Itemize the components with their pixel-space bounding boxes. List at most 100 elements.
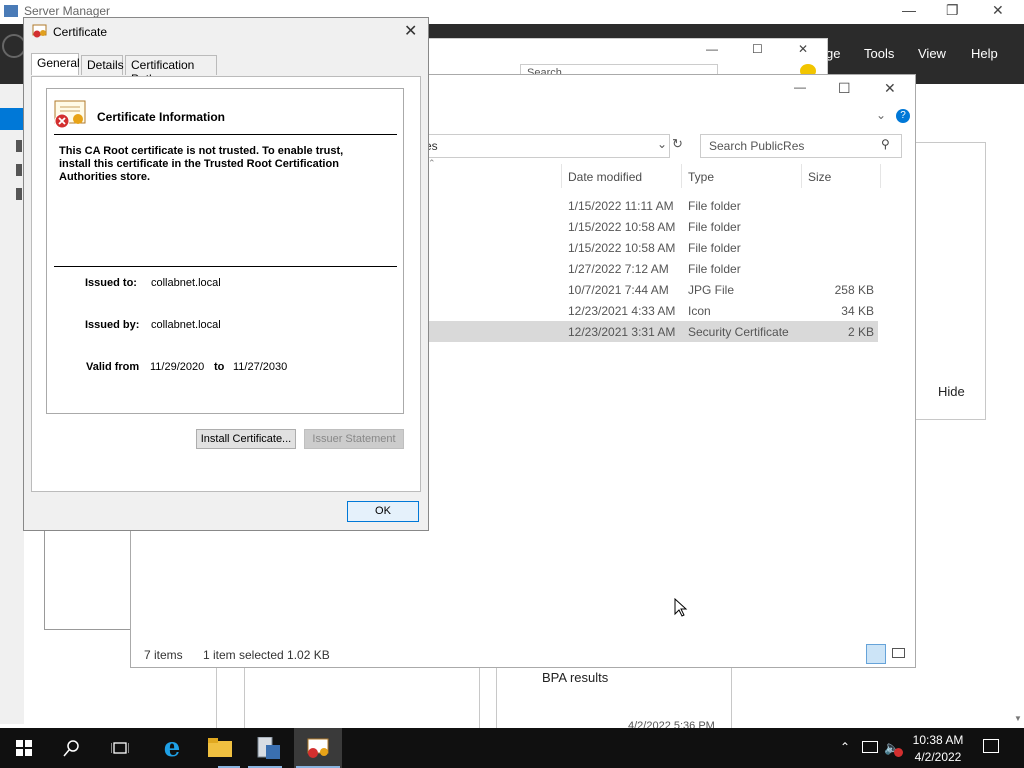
close-icon[interactable]: ✕	[798, 42, 808, 56]
column-date-modified[interactable]: Date modified	[568, 170, 642, 184]
row-type: File folder	[688, 220, 741, 234]
row-date: 1/15/2022 10:58 AM	[568, 241, 676, 255]
maximize-icon[interactable]: ☐	[752, 42, 763, 56]
menu-help[interactable]: Help	[971, 46, 998, 61]
divider	[54, 266, 397, 267]
row-type: File folder	[688, 241, 741, 255]
table-row[interactable]: 1/15/2022 11:11 AM File folder	[426, 195, 878, 216]
issued-by-value: collabnet.local	[151, 319, 221, 331]
certificate-icon	[307, 738, 329, 758]
trust-warning: This CA Root certificate is not trusted.…	[59, 145, 343, 184]
valid-from-label: Valid from	[86, 361, 140, 373]
hide-link[interactable]: Hide	[938, 384, 965, 399]
maximize-icon[interactable]: ☐	[838, 80, 851, 97]
sort-arrow-icon: ⌃	[428, 158, 436, 168]
chevron-up-icon[interactable]: ⌃	[840, 740, 850, 754]
row-date: 1/27/2022 7:12 AM	[568, 262, 669, 276]
close-icon[interactable]: ✕	[992, 2, 1004, 19]
network-icon[interactable]	[862, 741, 878, 753]
server-manager-icon	[4, 5, 18, 17]
mouse-cursor-icon	[674, 598, 688, 617]
refresh-icon[interactable]: ↻	[672, 136, 683, 152]
clock-time: 10:38 AM	[912, 733, 964, 747]
bpa-date: 4/2/2022 5:36 PM	[628, 720, 715, 728]
chevron-down-icon[interactable]: ⌄	[657, 137, 667, 151]
windows-logo-icon	[16, 740, 32, 756]
row-type: File folder	[688, 199, 741, 213]
help-icon[interactable]: ?	[896, 109, 910, 123]
issuer-statement-button[interactable]: Issuer Statement	[304, 429, 404, 449]
row-size: 2 KB	[847, 325, 874, 339]
task-view-button[interactable]	[96, 728, 144, 768]
sidebar-item-all-servers[interactable]	[16, 164, 22, 176]
table-row[interactable]: 1/15/2022 10:58 AM File folder	[426, 237, 878, 258]
large-icons-view-icon[interactable]	[892, 648, 905, 658]
server-manager-sidebar	[0, 84, 24, 724]
menu-tools[interactable]: Tools	[864, 46, 894, 61]
row-size: 258 KB	[834, 283, 874, 297]
start-button[interactable]	[0, 728, 48, 768]
details-view-icon[interactable]	[866, 644, 886, 664]
maximize-icon[interactable]: ❐	[946, 2, 959, 19]
divider	[54, 134, 397, 135]
scroll-down-icon[interactable]: ▼	[1014, 714, 1022, 723]
address-bar[interactable]: es ⌄	[420, 134, 670, 158]
search-icon	[63, 740, 79, 757]
table-row[interactable]: 10/7/2021 7:44 AM JPG File 258 KB	[426, 279, 878, 300]
menu-manage[interactable]: ge	[826, 46, 840, 61]
search-icon[interactable]: ⚲	[881, 137, 890, 151]
search-placeholder: Search PublicRes	[709, 139, 805, 153]
row-type: JPG File	[688, 283, 735, 297]
sidebar-item-file-services[interactable]	[16, 188, 22, 200]
server-manager-title: Server Manager	[24, 4, 111, 18]
issued-by-label: Issued by:	[85, 319, 140, 331]
column-type[interactable]: Type	[688, 170, 714, 184]
valid-from-value: 11/29/2020	[150, 361, 205, 373]
close-icon[interactable]: ✕	[884, 80, 896, 97]
ok-button[interactable]: OK	[347, 501, 419, 522]
notifications-icon[interactable]	[983, 739, 999, 753]
search-input[interactable]: Search PublicRes ⚲	[700, 134, 902, 158]
tab-details[interactable]: Details	[81, 55, 124, 75]
clock-date: 4/2/2022	[914, 750, 962, 764]
table-row[interactable]: 1/15/2022 10:58 AM File folder	[426, 216, 878, 237]
column-divider[interactable]	[801, 164, 802, 188]
clock[interactable]: 10:38 AM 4/2/2022	[902, 733, 974, 764]
tab-certification-path[interactable]: Certification Path	[125, 55, 217, 86]
status-selection: 1 item selected 1.02 KB	[203, 648, 330, 662]
column-divider[interactable]	[681, 164, 682, 188]
row-date: 12/23/2021 4:33 AM	[568, 304, 676, 318]
install-certificate-button[interactable]: Install Certificate...	[196, 429, 296, 449]
column-divider[interactable]	[561, 164, 562, 188]
chevron-down-icon[interactable]: ⌄	[876, 108, 886, 122]
tile-left	[44, 528, 132, 630]
certificate-error-icon	[54, 100, 86, 129]
warning-line: This CA Root certificate is not trusted.…	[59, 145, 344, 157]
table-row-selected[interactable]: 12/23/2021 3:31 AM Security Certificate …	[426, 321, 878, 342]
tab-general[interactable]: General	[31, 53, 80, 75]
issued-to-value: collabnet.local	[151, 277, 221, 289]
valid-to-label: to	[214, 361, 225, 373]
certificate-title: Certificate	[53, 25, 108, 39]
sidebar-item-local-server[interactable]	[16, 140, 22, 152]
row-size: 34 KB	[841, 304, 874, 318]
server-manager-button[interactable]	[244, 728, 292, 768]
internet-explorer-button[interactable]: e	[148, 728, 196, 768]
table-row[interactable]: 1/27/2022 7:12 AM File folder	[426, 258, 878, 279]
file-explorer-button[interactable]	[196, 728, 244, 768]
table-row[interactable]: 12/23/2021 4:33 AM Icon 34 KB	[426, 300, 878, 321]
row-date: 1/15/2022 11:11 AM	[568, 199, 674, 213]
certificate-taskbar-button[interactable]	[294, 728, 342, 768]
certificate-icon	[32, 24, 47, 38]
minimize-icon[interactable]: —	[706, 42, 718, 56]
close-icon[interactable]: ✕	[404, 21, 417, 41]
minimize-icon[interactable]: —	[794, 80, 806, 94]
column-divider[interactable]	[880, 164, 881, 188]
column-size[interactable]: Size	[808, 170, 831, 184]
sidebar-item-dashboard[interactable]	[0, 108, 24, 130]
tile-bottom-left-inner	[244, 666, 480, 730]
row-date: 12/23/2021 3:31 AM	[568, 325, 676, 339]
minimize-icon[interactable]: —	[902, 2, 916, 18]
search-button[interactable]	[48, 728, 96, 768]
menu-view[interactable]: View	[918, 46, 946, 61]
